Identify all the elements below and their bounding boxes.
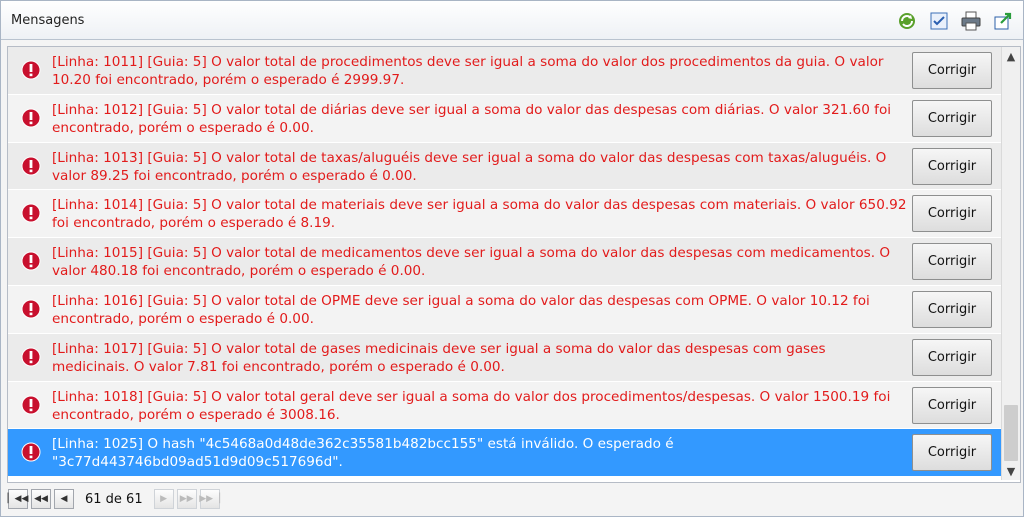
error-icon — [21, 203, 41, 223]
panel-header: Mensagens — [1, 1, 1023, 40]
fix-button[interactable]: Corrigir — [912, 52, 992, 89]
export-icon[interactable] — [991, 10, 1015, 32]
previous-page-icon[interactable]: ◀ — [54, 489, 74, 509]
previous-ten-icon[interactable]: ◀◀ — [31, 489, 51, 509]
message-row[interactable]: [Linha: 1025] O hash "4c5468a0d48de362c3… — [8, 429, 1001, 478]
message-text: [Linha: 1025] O hash "4c5468a0d48de362c3… — [52, 436, 674, 471]
message-row[interactable]: [Linha: 1018] [Guia: 5] O valor total ge… — [8, 381, 1001, 430]
first-page-icon[interactable]: ▏◀◀ — [8, 489, 28, 509]
message-text: [Linha: 1012] [Guia: 5] O valor total de… — [52, 101, 892, 136]
message-row[interactable]: [Linha: 1014] [Guia: 5] O valor total de… — [8, 190, 1001, 239]
message-text: [Linha: 1016] [Guia: 5] O valor total de… — [52, 292, 870, 327]
validate-icon[interactable] — [927, 10, 951, 32]
last-page-icon[interactable]: ▶▶▕ — [199, 489, 220, 509]
message-row[interactable]: [Linha: 1011] [Guia: 5] O valor total de… — [8, 47, 1001, 95]
error-icon — [21, 108, 41, 128]
fix-button[interactable]: Corrigir — [912, 338, 992, 376]
error-icon — [21, 347, 41, 367]
print-icon[interactable] — [959, 10, 983, 32]
scroll-down-icon[interactable]: ▼ — [1002, 462, 1020, 480]
message-row[interactable]: [Linha: 1013] [Guia: 5] O valor total de… — [8, 142, 1001, 191]
fix-button[interactable]: Corrigir — [912, 434, 992, 472]
message-row[interactable]: [Linha: 1017] [Guia: 5] O valor total de… — [8, 333, 1001, 382]
refresh-icon[interactable] — [895, 10, 919, 32]
error-icon — [21, 251, 41, 271]
pagination: ▏◀◀ ◀◀ ◀ 61 de 61 ▶ ▶▶ ▶▶▕ — [8, 486, 220, 512]
panel-title: Mensagens — [11, 13, 85, 28]
messages-panel: Mensagens [Linha: 1011] [Guia: 5] O valo… — [0, 0, 1024, 517]
message-text: [Linha: 1013] [Guia: 5] O valor total de… — [52, 149, 887, 184]
next-ten-icon[interactable]: ▶▶ — [176, 489, 197, 509]
next-page-icon[interactable]: ▶ — [153, 489, 174, 509]
page-info: 61 de 61 — [85, 491, 143, 507]
scroll-thumb[interactable] — [1004, 405, 1018, 461]
message-list: [Linha: 1011] [Guia: 5] O valor total de… — [7, 46, 1021, 483]
vertical-scrollbar[interactable]: ▲ ▼ — [1001, 47, 1020, 480]
message-text: [Linha: 1011] [Guia: 5] O valor total de… — [52, 54, 884, 88]
fix-button[interactable]: Corrigir — [912, 290, 992, 328]
message-row[interactable]: [Linha: 1016] [Guia: 5] O valor total de… — [8, 285, 1001, 334]
message-text: [Linha: 1014] [Guia: 5] O valor total de… — [52, 197, 907, 232]
message-row[interactable]: [Linha: 1012] [Guia: 5] O valor total de… — [8, 94, 1001, 143]
fix-button[interactable]: Corrigir — [912, 386, 992, 424]
error-icon — [21, 299, 41, 319]
error-icon — [21, 442, 41, 462]
message-row[interactable]: [Linha: 1015] [Guia: 5] O valor total de… — [8, 238, 1001, 286]
fix-button[interactable]: Corrigir — [912, 195, 992, 233]
message-text: [Linha: 1015] [Guia: 5] O valor total de… — [52, 245, 891, 280]
message-text: [Linha: 1018] [Guia: 5] O valor total ge… — [52, 388, 891, 423]
error-icon — [21, 395, 41, 415]
fix-button[interactable]: Corrigir — [912, 243, 992, 281]
error-icon — [21, 156, 41, 176]
scroll-up-icon[interactable]: ▲ — [1002, 47, 1020, 65]
toolbar — [895, 10, 1015, 32]
message-text: [Linha: 1017] [Guia: 5] O valor total de… — [52, 340, 826, 375]
error-icon — [21, 60, 41, 80]
fix-button[interactable]: Corrigir — [912, 147, 992, 185]
fix-button[interactable]: Corrigir — [912, 99, 992, 137]
